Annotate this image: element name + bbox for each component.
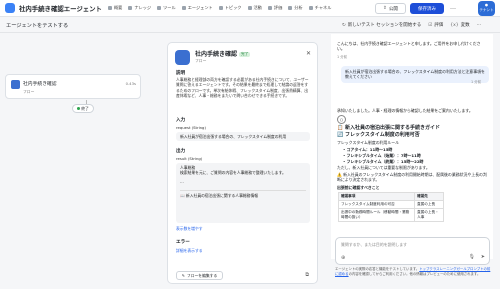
reply-warning: ⚠️ 新入社員のフレックスタイム制度の利用開始時期は、配属後の業務状況や上長の判…: [337, 172, 487, 183]
edit-icon: ✎: [181, 273, 185, 278]
flex-intro: フレックスタイム制度の利用ルール: [337, 140, 400, 145]
output-heading: 出力: [176, 149, 186, 154]
nav-item-agents[interactable]: エージェント: [181, 5, 213, 11]
status-badge: 完了: [239, 52, 251, 57]
nav-item-activity[interactable]: 活動: [247, 5, 262, 11]
user-message: 新入社員が宿泊出張する場合の、フレックスタイム制度の利用方法と注意事項を教えてく…: [341, 66, 489, 83]
output-param-label: result (String): [176, 156, 203, 161]
page-title: エージェントをテストする: [6, 23, 69, 29]
nav-item-evaluation[interactable]: 評価: [267, 5, 282, 11]
flow-node-duration: 0.43s: [125, 81, 136, 86]
chat-input-box[interactable]: 質問するか、または目的を説明します ⊕ 🎙 ➤: [335, 237, 490, 265]
nav-item-overview[interactable]: 概要: [107, 5, 122, 11]
reply-note: ただし、新入社員については重要な制限があります。: [337, 165, 430, 170]
channels-icon: [308, 6, 313, 10]
save-button[interactable]: 保存済み: [410, 3, 444, 14]
input-param-label: request (String): [176, 125, 206, 130]
output-value: 人事総務 検索結果を元に、ご質問の内容を人事総務で整理いたします。 … 📖 新入…: [176, 163, 310, 223]
nav-item-topics[interactable]: トピック: [218, 5, 242, 11]
person-icon: ●: [484, 3, 489, 7]
flow-canvas: 社内手続き確認 フロー 0.43s 終了: [0, 34, 163, 289]
close-icon[interactable]: ✕: [306, 50, 311, 57]
edit-flow-button[interactable]: ✎ フローを編集する: [176, 271, 223, 280]
detail-subtitle: フロー: [195, 58, 207, 63]
list-item: • フレキシブルタイム（始業）：7時〜11時: [343, 153, 421, 158]
app-window: 社内手続き確認エージェント 概要 ナレッジ ツール エージェント トピック 活動…: [0, 0, 500, 289]
check-table: 確認事項 確認先 フレックスタイム制度利用の可否 直属の上長 出張中の勤務時間ルール…: [337, 192, 444, 222]
knowledge-icon: [128, 6, 133, 10]
bot-avatar-icon: ○: [337, 115, 346, 124]
app-logo: [5, 3, 15, 13]
test-more-button[interactable]: …: [477, 22, 482, 28]
chat-input[interactable]: 質問するか、または目的を説明します: [341, 242, 407, 248]
analytics-icon: [288, 6, 293, 10]
top-bar: 社内手続き確認エージェント 概要 ナレッジ ツール エージェント トピック 活動…: [0, 0, 500, 17]
test-toolbar: ↻ 新しいテスト セッションを開始する ☑ 評価 {x} 変数 …: [342, 22, 481, 28]
disclaimer-text: エージェントの実際の応答と機能をテストしています。トップクラスレーニングガールプ…: [335, 267, 491, 276]
nav-item-analytics[interactable]: 分析: [288, 5, 303, 11]
bot-greeting: こんにちは、社内手続き確認エージェントと申します。ご用件をお申し付けください。: [337, 41, 481, 52]
table-row: 出張中の勤務時間ルール（移動時間・業務時間の扱い） 直属の上長・人事: [337, 208, 444, 222]
list-item: • コアタイム：11時〜15時: [343, 147, 393, 152]
test-chat-panel: こんにちは、社内手続き確認エージェントと申します。ご用件をお申し付けください。 …: [331, 34, 500, 289]
chat-transcript[interactable]: こんにちは、社内手続き確認エージェントと申します。ご用件をお申し付けください。 …: [331, 34, 493, 259]
nav-item-tools[interactable]: ツール: [157, 5, 176, 11]
overview-icon: [107, 6, 112, 10]
nav-item-knowledge[interactable]: ナレッジ: [128, 5, 151, 11]
new-session-button[interactable]: ↻ 新しいテスト セッションを開始する: [342, 22, 421, 28]
flow-node-title: 社内手続き確認: [23, 82, 57, 87]
flow-detail-panel: 社内手続き確認 完了 フロー ✕ 説明 人事総務と経理部の両方を確認する必要がある…: [167, 42, 318, 284]
copy-icon[interactable]: ⧉: [305, 272, 309, 278]
publish-button[interactable]: ⇪ 公開: [375, 3, 406, 14]
table-row: フレックスタイム制度利用の可否 直属の上長: [337, 200, 444, 209]
flow-end-node: 終了: [72, 104, 94, 113]
topics-icon: [218, 6, 223, 10]
nav-item-channels[interactable]: チャネル: [308, 5, 331, 11]
evaluate-icon: ☑: [428, 23, 433, 28]
check-heading: 出張前に確認すべきこと: [337, 185, 380, 190]
error-details-link[interactable]: 詳細を表示する: [176, 248, 203, 254]
attach-icon[interactable]: ⊕: [341, 255, 345, 261]
app-title: 社内手続き確認エージェント: [19, 4, 102, 13]
more-options-button[interactable]: …: [448, 3, 458, 14]
input-heading: 入力: [176, 118, 186, 123]
test-panel-header: エージェントをテストする ↻ 新しいテスト セッションを開始する ☑ 評価 {x} 変…: [0, 18, 500, 33]
list-item: • フレキシブルタイム（終業）：15時〜22時: [343, 159, 424, 164]
variables-button[interactable]: {x} 変数: [450, 22, 469, 28]
detail-title: 社内手続き確認 完了: [195, 51, 251, 58]
error-heading: エラー: [176, 240, 190, 245]
reply-heading-1: 📋 新入社員の宿泊出張に関する手続きガイド: [337, 125, 440, 131]
greeting-timestamp: 1 分前: [337, 55, 348, 59]
activity-icon: [247, 6, 252, 10]
agents-icon: [181, 6, 186, 10]
bot-reply-intro: 承知いたしました。人事・経理の情報から確認した結果をご案内いたします。: [337, 108, 473, 113]
show-more-link[interactable]: 表示数を増やす: [176, 226, 203, 232]
microphone-icon[interactable]: 🎙: [469, 254, 475, 260]
tools-icon: [157, 6, 162, 10]
evaluation-icon: [267, 6, 272, 10]
avatar[interactable]: ● テナント: [478, 1, 495, 16]
user-timestamp: 1 分前: [471, 80, 482, 84]
status-dot-icon: [77, 107, 81, 110]
description-text: 人事総務と経理部の両方を確認する必要がある社内手続きについて、ユーザー質問に答え…: [176, 77, 309, 99]
evaluate-button[interactable]: ☑ 評価: [428, 22, 443, 28]
refresh-icon: ↻: [342, 23, 346, 28]
flow-node-procedure-check[interactable]: 社内手続き確認 フロー 0.43s: [5, 74, 141, 99]
input-value: 新入社員が宿泊出張する場合の、フレックスタイム制度の利用: [176, 132, 310, 142]
publish-icon: ⇪: [383, 6, 387, 11]
send-icon[interactable]: ➤: [481, 254, 485, 260]
variables-icon: {x}: [450, 23, 459, 28]
flow-icon: [11, 80, 20, 89]
description-heading: 説明: [176, 71, 186, 76]
flow-icon: [175, 50, 190, 65]
table-header-row: 確認事項 確認先: [337, 192, 444, 201]
flow-node-subtitle: フロー: [23, 89, 35, 94]
reply-heading-2: 🔄 フレックスタイム制度の利用可否: [337, 132, 420, 138]
